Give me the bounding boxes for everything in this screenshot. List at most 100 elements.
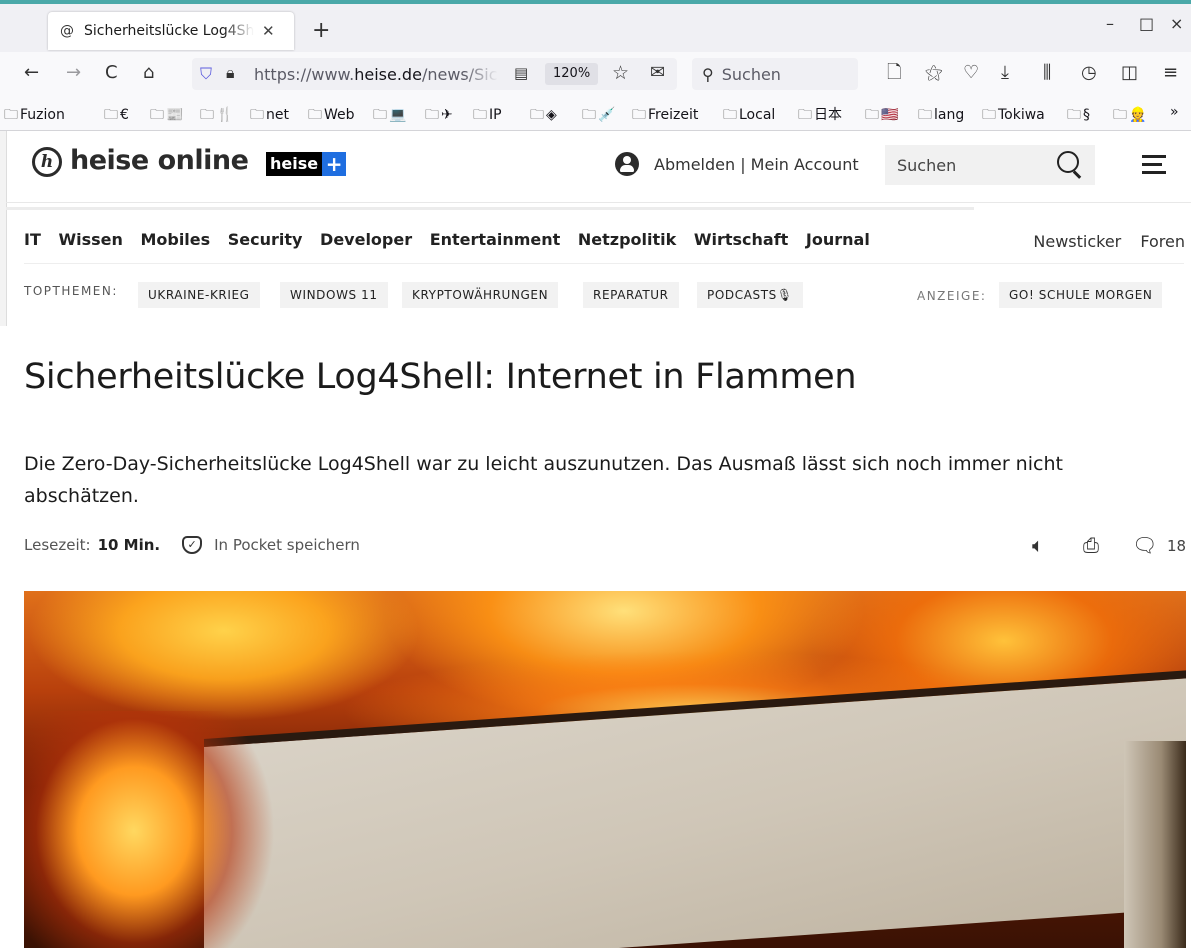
tab-active[interactable]: @ Sicherheitslücke Log4Shell: Internet i… [48, 12, 294, 50]
read-aloud-icon[interactable]: 🔈︎ [1032, 533, 1044, 557]
topic-chip-ukraine-krieg[interactable]: UKRAINE-KRIEG [138, 282, 260, 308]
heise-favicon-icon: @ [60, 23, 74, 39]
reload-button[interactable]: C [105, 62, 118, 84]
nav-divider [24, 263, 1184, 264]
folder-icon: 🗀 [1067, 107, 1081, 123]
nav-item-foren[interactable]: Foren [1140, 232, 1185, 251]
folder-icon: 🗀 [1113, 107, 1127, 123]
bookmarks-overflow-button[interactable]: » [1170, 104, 1179, 120]
header-divider [6, 202, 1191, 203]
ad-chip[interactable]: GO! SCHULE MORGEN [999, 282, 1163, 308]
nav-item-wirtschaft[interactable]: Wirtschaft [694, 230, 788, 249]
folder-icon: 🗀 [473, 107, 487, 123]
email-link-icon[interactable]: ✉ [650, 62, 665, 83]
scroll-progress-bar [6, 207, 974, 210]
heise-logo-icon[interactable]: h [32, 147, 62, 177]
page-content: h heise online heise + Abmelden | Mein A… [0, 131, 1191, 948]
site-search-input[interactable]: Suchen [885, 145, 1095, 185]
bookmark-folder[interactable]: 🗀 € [104, 104, 129, 128]
bookmark-folder[interactable]: 🗀 💻 [373, 104, 406, 128]
folder-icon: 🗀 [723, 107, 737, 123]
hero-image-burning-paper [24, 591, 1186, 948]
library-icon[interactable]: 🗋 [887, 62, 901, 84]
topic-chip-podcasts[interactable]: PODCASTS🎙 [697, 282, 803, 308]
home-button[interactable]: ⌂ [143, 62, 154, 84]
nav-item-newsticker[interactable]: Newsticker [1033, 232, 1121, 251]
search-icon: ⚲ [702, 64, 714, 84]
site-logo-text[interactable]: heise online [70, 145, 249, 176]
topic-chip-reparatur[interactable]: REPARATUR [583, 282, 679, 308]
nav-item-security[interactable]: Security [228, 230, 303, 249]
topthemen-label: TOPTHEMEN: [24, 284, 118, 298]
search-icon[interactable] [1057, 151, 1079, 173]
back-button[interactable]: ← [24, 62, 39, 84]
bookmark-folder[interactable]: 🗀 Tokiwa [982, 104, 1045, 128]
sidebar-icon[interactable]: ◫ [1121, 62, 1138, 84]
heise-plus-badge[interactable]: heise + [266, 152, 347, 176]
pocket-icon[interactable]: ♡ [963, 62, 979, 84]
site-search-placeholder: Suchen [897, 156, 957, 175]
folder-icon: 🗀 [4, 107, 18, 123]
bookmark-folder[interactable]: 🗀 Freizeit [632, 104, 698, 128]
nav-item-netzpolitik[interactable]: Netzpolitik [578, 230, 676, 249]
forward-button[interactable]: → [66, 62, 81, 84]
bookmark-star-icon[interactable]: ☆ [612, 62, 629, 84]
account-links[interactable]: Abmelden | Mein Account [654, 155, 859, 174]
bookmark-folder[interactable]: 🗀 ◈ [530, 104, 557, 128]
browser-search-field[interactable]: ⚲ Suchen [692, 58, 858, 90]
folder-icon: 🗀 [582, 107, 596, 123]
folder-icon: 🗀 [250, 107, 264, 123]
bookmark-folder[interactable]: 🗀 📰 [150, 104, 183, 128]
bookmark-folder[interactable]: 🗀 lang [918, 104, 964, 128]
bookmark-folder[interactable]: 🗀 Web [308, 104, 355, 128]
anzeige-label: ANZEIGE: [917, 289, 987, 303]
user-account-icon[interactable] [615, 152, 639, 176]
nav-item-developer[interactable]: Developer [320, 230, 412, 249]
main-navigation: IT Wissen Mobiles Security Developer Ent… [24, 230, 882, 249]
maximize-button[interactable]: □ [1139, 14, 1154, 33]
tab-close-icon[interactable]: ✕ [262, 22, 275, 40]
url-text[interactable]: https://www.heise.de/news/Sich [254, 65, 498, 84]
comments-icon[interactable]: 🗨︎ [1132, 533, 1157, 557]
comment-count[interactable]: 18 [1167, 537, 1186, 555]
bookmark-folder[interactable]: 🗀 🍴 [200, 104, 233, 128]
lock-icon[interactable]: 🔒︎ [226, 63, 235, 83]
nav-item-wissen[interactable]: Wissen [58, 230, 122, 249]
bookmark-folder[interactable]: 🗀 Local [723, 104, 775, 128]
nav-item-journal[interactable]: Journal [806, 230, 870, 249]
nav-item-mobiles[interactable]: Mobiles [140, 230, 210, 249]
download-icon[interactable]: ⤓ [1001, 62, 1009, 84]
topic-chip-kryptowaehrungen[interactable]: KRYPTOWÄHRUNGEN [402, 282, 559, 308]
pocket-save-icon[interactable]: ✓ [182, 536, 203, 554]
topic-chip-windows-11[interactable]: WINDOWS 11 [280, 282, 388, 308]
extension-icon[interactable]: ⚝ [925, 62, 943, 84]
bookmark-folder[interactable]: 🗀 🇺🇸 [865, 104, 898, 128]
flames-left [24, 711, 324, 948]
close-window-button[interactable]: × [1170, 14, 1183, 33]
history-icon[interactable]: ◷ [1081, 62, 1097, 84]
folder-icon: 🗀 [798, 107, 812, 123]
reading-time-label: Lesezeit: [24, 536, 91, 554]
bookmark-folder[interactable]: 🗀 Fuzion [4, 104, 65, 128]
bookmarks-library-icon[interactable]: ⫼ [1043, 62, 1051, 84]
minimize-button[interactable]: – [1106, 14, 1114, 33]
menu-icon[interactable]: ≡ [1163, 62, 1178, 84]
print-icon[interactable]: ⎙ [1083, 533, 1099, 557]
zoom-level-badge[interactable]: 120% [545, 63, 599, 85]
url-bar[interactable]: ⛉ 🔒︎ https://www.heise.de/news/Sich ▤ 12… [192, 58, 677, 90]
bookmark-folder[interactable]: 🗀 日本 [798, 104, 842, 128]
bookmark-folder[interactable]: 🗀 ✈ [425, 104, 453, 128]
bookmark-folder[interactable]: 🗀 § [1067, 104, 1090, 128]
new-tab-button[interactable]: + [312, 18, 330, 43]
bookmark-folder[interactable]: 🗀 net [250, 104, 289, 128]
tracking-protection-shield-icon[interactable]: ⛉ [200, 64, 212, 84]
bookmark-folder[interactable]: 🗀 IP [473, 104, 502, 128]
bookmark-folder[interactable]: 🗀 💉 [582, 104, 615, 128]
nav-item-entertainment[interactable]: Entertainment [430, 230, 561, 249]
reader-view-icon[interactable]: ▤ [514, 64, 528, 82]
left-edge-panel [0, 131, 7, 326]
pocket-save-link[interactable]: In Pocket speichern [214, 536, 360, 554]
hamburger-menu-icon[interactable] [1142, 155, 1166, 175]
nav-item-it[interactable]: IT [24, 230, 41, 249]
bookmark-folder[interactable]: 🗀 👷 [1113, 104, 1146, 128]
